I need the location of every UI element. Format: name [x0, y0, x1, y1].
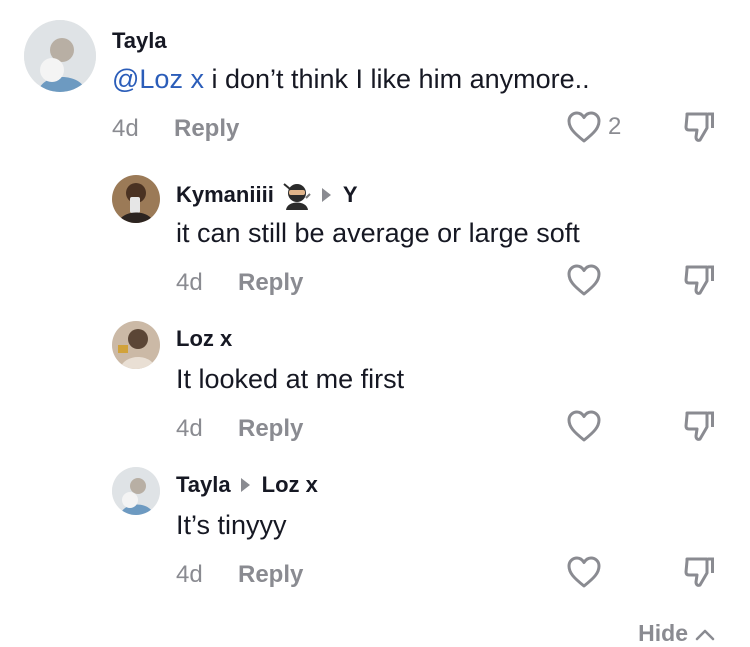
dislike-button[interactable] [683, 555, 717, 589]
avatar[interactable] [112, 467, 160, 515]
thumbs-down-icon [684, 112, 714, 142]
like-button[interactable]: 2 [566, 110, 621, 144]
play-triangle-icon [240, 478, 250, 492]
comment-time: 4d [176, 561, 203, 588]
heart-outline-icon [567, 410, 601, 442]
comment-time: 4d [112, 115, 139, 142]
like-button[interactable] [566, 409, 602, 443]
thumbs-down-icon [684, 557, 714, 587]
heart-outline-icon [567, 264, 601, 296]
mention-link[interactable]: @Loz x [112, 64, 204, 94]
heart-outline-icon [567, 556, 601, 588]
author-name[interactable]: Kymaniiii [176, 182, 274, 208]
avatar-image [112, 175, 160, 223]
comment-text: @Loz x i don’t think I like him anymore.… [112, 64, 590, 95]
comment-author[interactable]: Kymaniiii Y [176, 180, 358, 210]
dislike-button[interactable] [683, 409, 717, 443]
reply-button[interactable]: Reply [238, 269, 303, 297]
avatar-image [112, 467, 160, 515]
like-button[interactable] [566, 555, 602, 589]
dislike-button[interactable] [683, 110, 717, 144]
comment-author[interactable]: Loz x [176, 326, 232, 352]
avatar[interactable] [24, 20, 96, 92]
comment-body: i don’t think I like him anymore.. [203, 64, 590, 94]
author-name[interactable]: Tayla [176, 472, 231, 498]
ninja-emoji-icon [282, 180, 312, 210]
avatar[interactable] [112, 321, 160, 369]
chevron-up-icon [695, 629, 715, 640]
comment-author[interactable]: Tayla [112, 28, 167, 54]
comment-body: it can still be average or large soft [176, 218, 580, 248]
reply-button[interactable]: Reply [238, 561, 303, 589]
avatar-image [112, 321, 160, 369]
author-name[interactable]: Loz x [176, 326, 232, 352]
author-name[interactable]: Tayla [112, 28, 167, 54]
hide-replies-button[interactable]: Hide [638, 620, 716, 647]
comment-time: 4d [176, 415, 203, 442]
like-count: 2 [608, 113, 622, 140]
avatar-image [24, 20, 96, 92]
play-triangle-icon [321, 188, 331, 202]
comment-body: It looked at me first [176, 364, 405, 394]
hide-label: Hide [638, 620, 688, 646]
reply-button[interactable]: Reply [174, 115, 239, 143]
dislike-button[interactable] [683, 263, 717, 297]
thumbs-down-icon [684, 411, 714, 441]
reply-to-name[interactable]: Loz x [262, 472, 318, 498]
comment-body: It’s tinyyy [176, 510, 287, 540]
like-button[interactable] [566, 263, 602, 297]
reply-to-name[interactable]: Y [343, 182, 358, 208]
comment-time: 4d [176, 269, 203, 296]
comment-author[interactable]: Tayla Loz x [176, 472, 318, 498]
thumbs-down-icon [684, 265, 714, 295]
reply-button[interactable]: Reply [238, 415, 303, 443]
heart-outline-icon [567, 111, 601, 143]
avatar[interactable] [112, 175, 160, 223]
